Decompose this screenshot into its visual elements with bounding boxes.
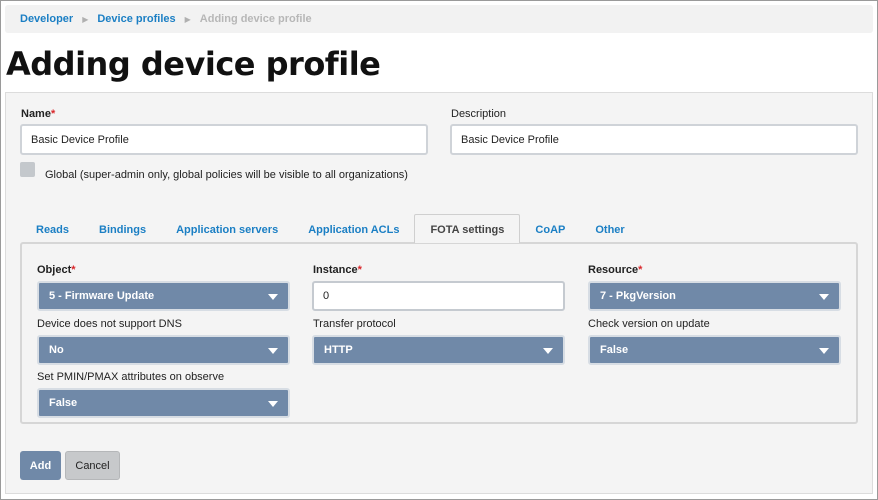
- transfer-protocol-select-value: HTTP: [324, 344, 353, 356]
- tab-reads[interactable]: Reads: [21, 217, 84, 243]
- description-input-value: Basic Device Profile: [461, 133, 559, 146]
- name-input-value: Basic Device Profile: [31, 133, 129, 146]
- tab-application-servers[interactable]: Application servers: [161, 217, 293, 243]
- breadcrumb-separator-icon: ▶: [184, 14, 191, 24]
- chevron-down-icon: [543, 348, 553, 354]
- breadcrumb-separator-icon: ▶: [82, 14, 89, 24]
- instance-label-text: Instance: [313, 264, 358, 276]
- resource-select[interactable]: 7 - PkgVersion: [588, 281, 841, 311]
- required-marker: *: [357, 264, 362, 276]
- check-version-select[interactable]: False: [588, 335, 841, 365]
- transfer-protocol-select[interactable]: HTTP: [312, 335, 565, 365]
- description-input[interactable]: Basic Device Profile: [450, 124, 858, 155]
- tab-bar: Reads Bindings Application servers Appli…: [21, 214, 640, 243]
- check-version-select-value: False: [600, 344, 629, 356]
- pmin-pmax-select[interactable]: False: [37, 388, 290, 418]
- breadcrumb-developer[interactable]: Developer: [20, 13, 73, 25]
- required-marker: *: [50, 108, 56, 120]
- resource-label: Resource*: [588, 264, 642, 276]
- pmin-pmax-label: Set PMIN/PMAX attributes on observe: [37, 371, 225, 383]
- check-version-label: Check version on update: [588, 318, 710, 330]
- dns-select-value: No: [49, 344, 64, 356]
- chevron-down-icon: [268, 294, 278, 300]
- chevron-down-icon: [819, 348, 829, 354]
- object-label-text: Object: [37, 264, 72, 276]
- tab-application-acls[interactable]: Application ACLs: [293, 217, 414, 243]
- cancel-button[interactable]: Cancel: [65, 451, 120, 480]
- tab-fota-settings[interactable]: FOTA settings: [414, 214, 521, 243]
- required-marker: *: [71, 264, 76, 276]
- global-label: Global (super-admin only, global policie…: [45, 169, 408, 181]
- chevron-down-icon: [268, 401, 278, 407]
- instance-input-value: 0: [323, 290, 330, 302]
- description-label: Description: [451, 108, 507, 120]
- instance-label: Instance*: [313, 264, 362, 276]
- tab-bindings[interactable]: Bindings: [84, 217, 161, 243]
- required-marker: *: [638, 264, 643, 276]
- object-label: Object*: [37, 264, 76, 276]
- dns-select[interactable]: No: [37, 335, 290, 365]
- tab-coap[interactable]: CoAP: [520, 217, 580, 243]
- name-label: Name*: [21, 108, 55, 120]
- instance-input[interactable]: 0: [312, 281, 565, 311]
- global-checkbox[interactable]: [20, 162, 35, 177]
- pmin-pmax-select-value: False: [49, 397, 78, 409]
- breadcrumb-current: Adding device profile: [199, 13, 312, 25]
- resource-label-text: Resource: [588, 264, 639, 276]
- breadcrumb-device-profiles[interactable]: Device profiles: [97, 13, 175, 25]
- page-title: Adding device profile: [6, 45, 381, 83]
- name-label-text: Name: [21, 108, 51, 120]
- name-input[interactable]: Basic Device Profile: [20, 124, 428, 155]
- chevron-down-icon: [268, 348, 278, 354]
- object-select[interactable]: 5 - Firmware Update: [37, 281, 290, 311]
- resource-select-value: 7 - PkgVersion: [600, 290, 676, 302]
- tab-other[interactable]: Other: [580, 217, 639, 243]
- add-button[interactable]: Add: [20, 451, 61, 480]
- transfer-protocol-label: Transfer protocol: [313, 318, 396, 330]
- chevron-down-icon: [819, 294, 829, 300]
- object-select-value: 5 - Firmware Update: [49, 290, 155, 302]
- dns-label: Device does not support DNS: [37, 318, 182, 330]
- breadcrumb: Developer ▶ Device profiles ▶ Adding dev…: [5, 5, 873, 33]
